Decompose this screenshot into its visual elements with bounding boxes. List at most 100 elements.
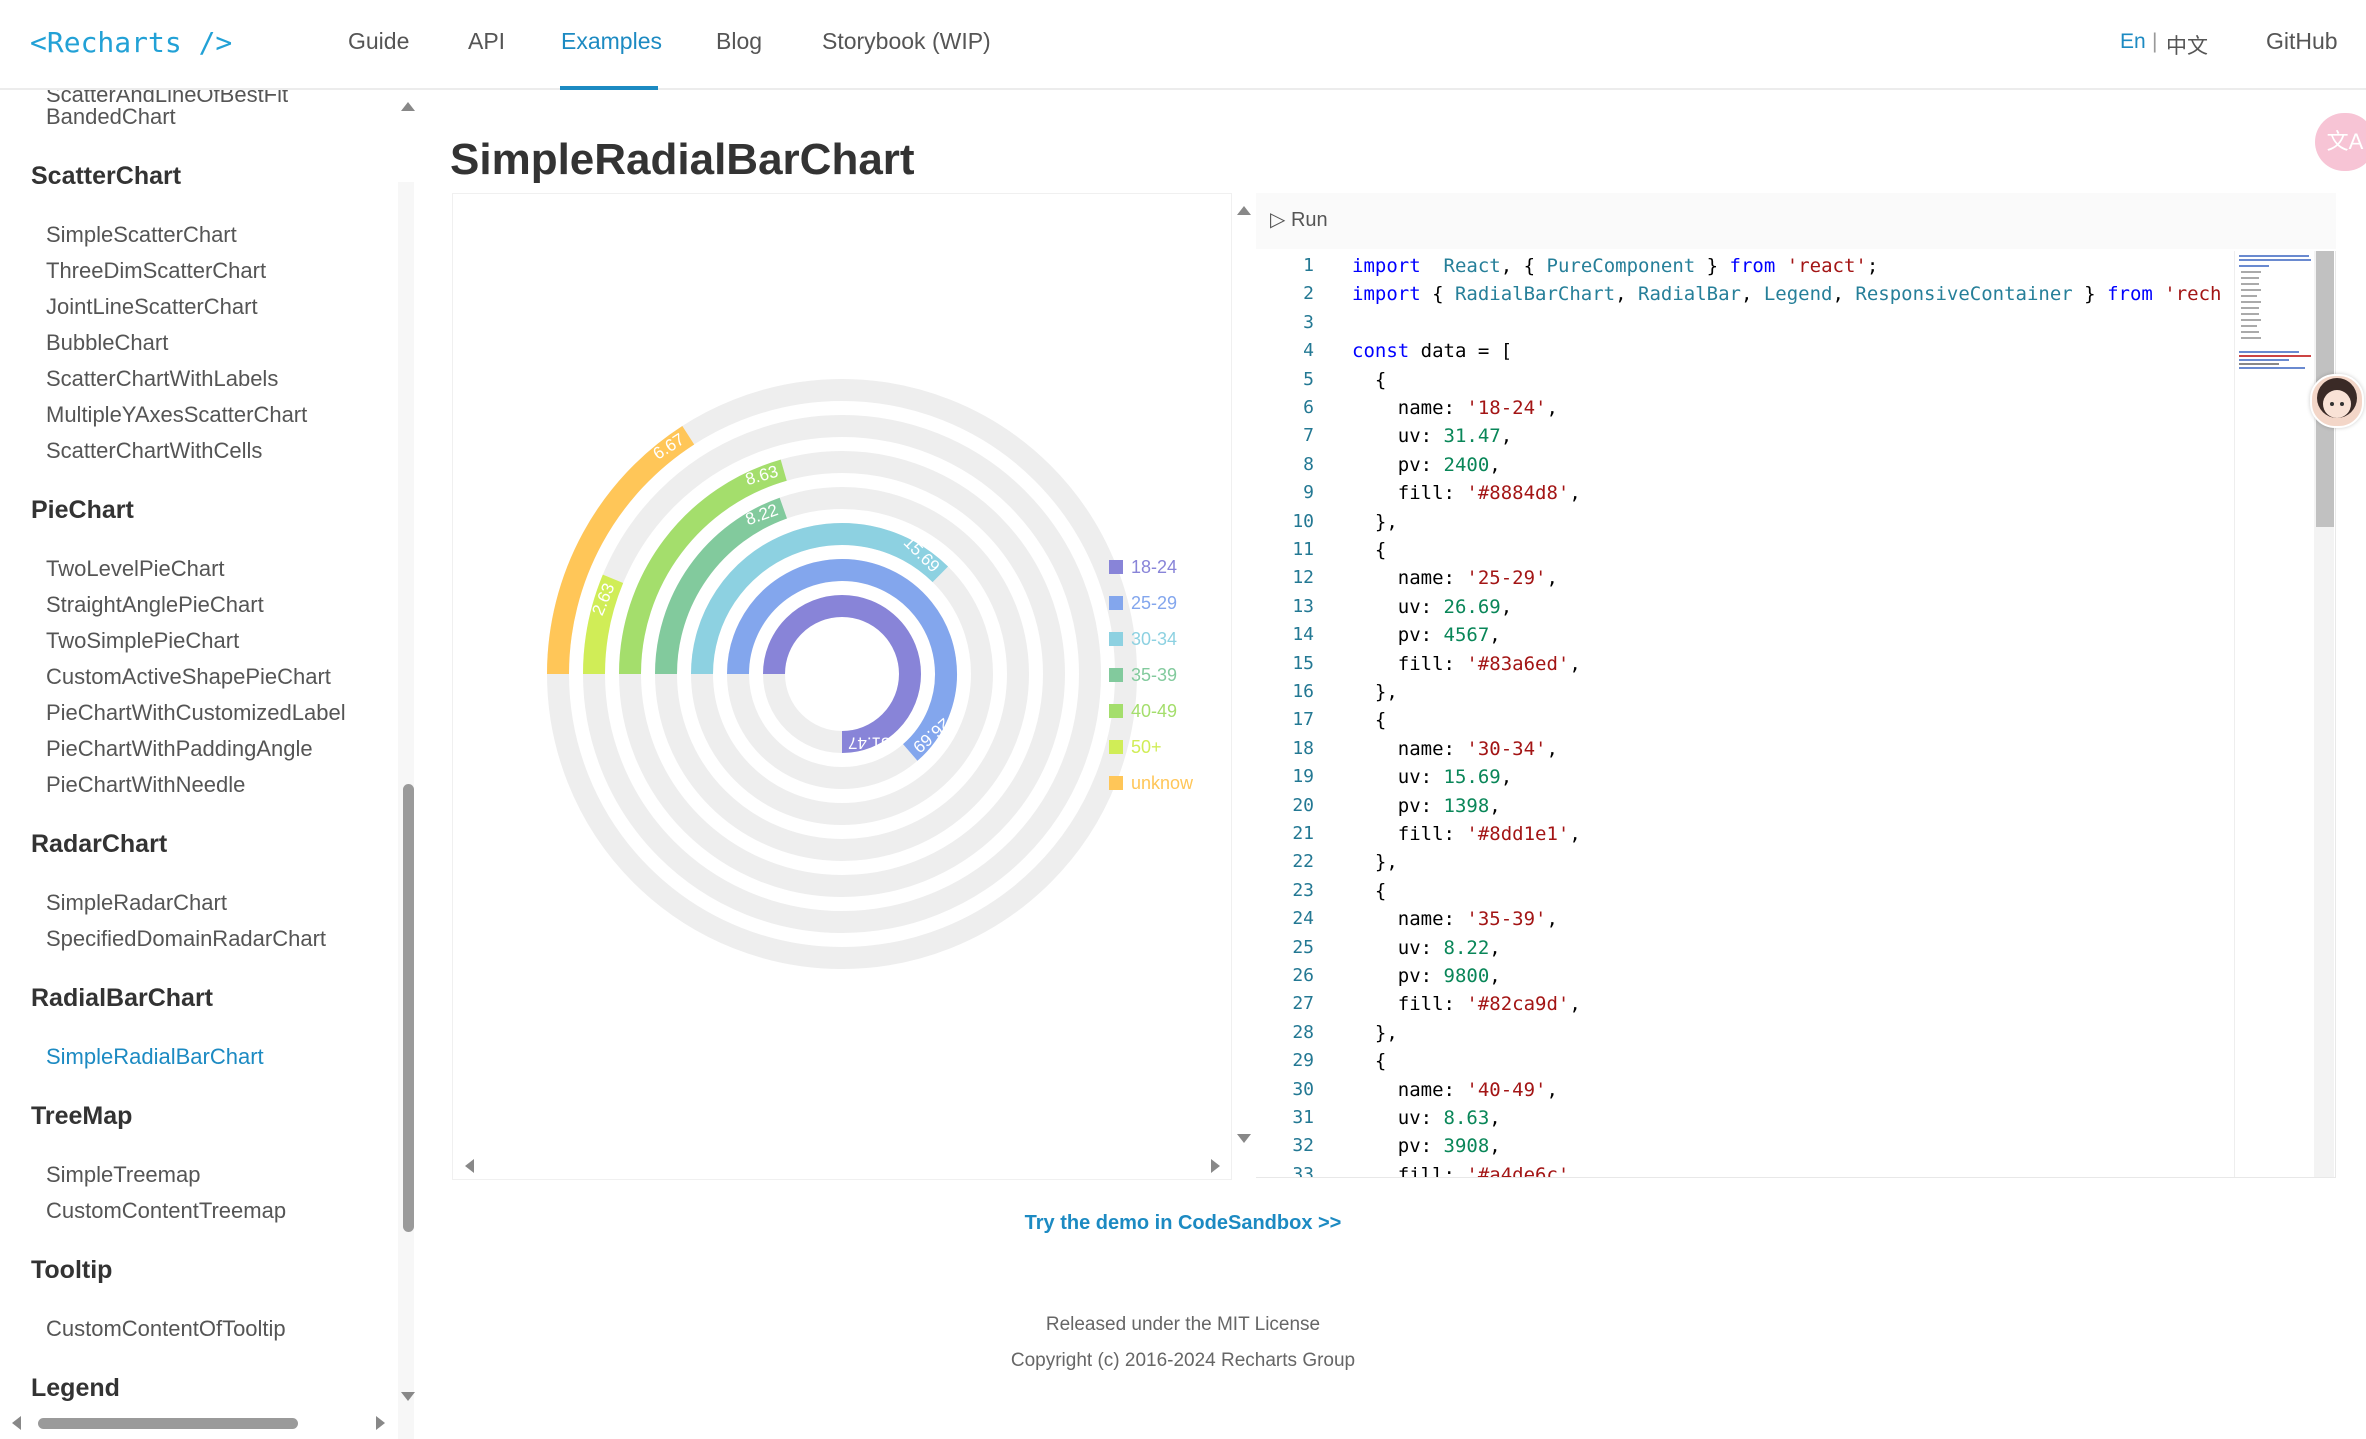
- sidebar-item[interactable]: ScatterChartWithCells: [46, 438, 262, 464]
- sidebar-item-active[interactable]: SimpleRadialBarChart: [46, 1044, 264, 1070]
- sidebar-section-title: TreeMap: [31, 1102, 133, 1130]
- minimap-preview: [2239, 255, 2311, 369]
- lang-separator: |: [2152, 30, 2158, 53]
- sidebar-item[interactable]: JointLineScatterChart: [46, 294, 258, 320]
- nav-storybook[interactable]: Storybook (WIP): [822, 28, 991, 55]
- sidebar-item[interactable]: SimpleScatterChart: [46, 222, 237, 248]
- code-line: pv: 9800,: [1352, 965, 1501, 987]
- code-minimap[interactable]: [2234, 251, 2315, 1177]
- line-number: 4: [1303, 340, 1314, 362]
- line-number: 2: [1303, 283, 1314, 305]
- legend-label[interactable]: 30-34: [1131, 629, 1177, 649]
- sidebar-item[interactable]: PieChartWithNeedle: [46, 772, 245, 798]
- chart-scroll-left-icon[interactable]: [465, 1159, 474, 1173]
- chart-scroll-up-icon[interactable]: [1237, 206, 1251, 215]
- code-line: {: [1352, 539, 1387, 561]
- code-line: uv: 8.22,: [1352, 936, 1501, 959]
- sidebar-item[interactable]: BandedChart: [46, 104, 176, 130]
- legend-label[interactable]: 25-29: [1131, 593, 1177, 613]
- code-line: uv: 15.69,: [1352, 766, 1513, 789]
- recharts-logo[interactable]: <Recharts />: [30, 26, 232, 59]
- nav-examples[interactable]: Examples: [561, 28, 662, 55]
- line-number: 19: [1292, 766, 1314, 788]
- translate-icon: 文A: [2326, 129, 2364, 154]
- code-line: fill: '#a4de6c': [1352, 1163, 1570, 1178]
- assistant-avatar[interactable]: [2310, 374, 2364, 428]
- sidebar-item[interactable]: BubbleChart: [46, 330, 168, 356]
- legend-label[interactable]: 35-39: [1131, 665, 1177, 685]
- code-editor-panel: ▷ Run 1 2 3 4 5 6 7 8 9 10 11 12 13 14 15 16 17 18 19 20 21 2…: [1256, 193, 2336, 1180]
- code-line: },: [1352, 1021, 1398, 1044]
- sidebar-item[interactable]: SimpleRadarChart: [46, 890, 227, 916]
- lang-zh[interactable]: 中文: [2166, 30, 2208, 60]
- code-line: uv: 8.63,: [1352, 1107, 1501, 1129]
- sidebar-item[interactable]: CustomActiveShapePieChart: [46, 664, 331, 690]
- code-line: },: [1352, 510, 1398, 533]
- line-number: 30: [1292, 1078, 1314, 1100]
- code-line: uv: 26.69,: [1352, 595, 1513, 618]
- nav-guide[interactable]: Guide: [348, 28, 409, 55]
- nav-api[interactable]: API: [468, 28, 505, 55]
- nav-github[interactable]: GitHub: [2266, 28, 2338, 55]
- sidebar-section-title: Tooltip: [31, 1256, 113, 1284]
- sidebar-scrollbar-thumb[interactable]: [403, 784, 414, 1232]
- legend-label[interactable]: 50+: [1131, 737, 1162, 757]
- code-line: {: [1352, 1050, 1387, 1073]
- sidebar-section-title: RadarChart: [31, 830, 168, 858]
- code-editor[interactable]: 1 2 3 4 5 6 7 8 9 10 11 12 13 14 15 16 17 18 19 20 21 22 23 24 2…: [1256, 251, 2336, 1178]
- bar-value-label: 31.47: [848, 734, 891, 753]
- code-line: name: '18-24',: [1352, 397, 1558, 419]
- run-label: Run: [1290, 209, 1328, 231]
- code-line: pv: 4567,: [1352, 624, 1501, 647]
- line-number: 22: [1292, 851, 1314, 873]
- line-number: 16: [1292, 681, 1314, 702]
- legend-swatch: [1109, 596, 1123, 610]
- chart-scroll-down-icon[interactable]: [1237, 1134, 1251, 1143]
- line-number: 31: [1292, 1107, 1314, 1128]
- avatar-face-icon: [2317, 378, 2357, 418]
- sidebar-item[interactable]: ThreeDimScatterChart: [46, 258, 266, 284]
- code-lines[interactable]: import React, { PureComponent } from 're…: [1352, 251, 2282, 1178]
- code-line: name: '30-34',: [1352, 737, 1558, 760]
- line-number: 6: [1303, 397, 1314, 418]
- legend-swatch: [1109, 740, 1123, 754]
- legend-swatch: [1109, 560, 1123, 574]
- translate-button[interactable]: 文A: [2315, 113, 2366, 171]
- legend-label[interactable]: unknow: [1131, 773, 1194, 793]
- sidebar-item[interactable]: StraightAnglePieChart: [46, 592, 264, 618]
- code-line: import React, { PureComponent } from 're…: [1352, 255, 1879, 277]
- sidebar-item[interactable]: ScatterChartWithLabels: [46, 366, 278, 392]
- sidebar-item[interactable]: PieChartWithCustomizedLabel: [46, 700, 346, 726]
- sidebar-item[interactable]: SimpleTreemap: [46, 1162, 200, 1188]
- code-line: name: '40-49',: [1352, 1078, 1558, 1101]
- legend-swatch: [1109, 776, 1123, 790]
- scroll-down-icon[interactable]: [401, 1392, 415, 1401]
- run-button[interactable]: ▷ Run: [1270, 207, 1328, 232]
- chart-scroll-right-icon[interactable]: [1211, 1159, 1220, 1173]
- lang-en[interactable]: En: [2120, 30, 2146, 54]
- legend-label[interactable]: 18-24: [1131, 557, 1177, 577]
- line-number: 27: [1292, 993, 1314, 1015]
- sidebar-item[interactable]: MultipleYAxesScatterChart: [46, 402, 307, 428]
- sidebar-hscrollbar-thumb[interactable]: [38, 1418, 298, 1429]
- legend-label[interactable]: 40-49: [1131, 701, 1177, 721]
- sidebar-item[interactable]: TwoSimplePieChart: [46, 628, 239, 654]
- scroll-right-icon[interactable]: [376, 1416, 385, 1430]
- line-number: 25: [1292, 936, 1314, 958]
- sidebar-item[interactable]: SpecifiedDomainRadarChart: [46, 926, 326, 952]
- codesandbox-link[interactable]: Try the demo in CodeSandbox >>: [0, 1212, 2366, 1235]
- run-toolbar: ▷ Run: [1256, 193, 2336, 249]
- scroll-left-icon[interactable]: [12, 1416, 21, 1430]
- page-title: SimpleRadialBarChart: [450, 135, 915, 184]
- nav-blog[interactable]: Blog: [716, 28, 762, 55]
- play-icon: ▷: [1270, 209, 1286, 231]
- sidebar-item[interactable]: TwoLevelPieChart: [46, 556, 225, 582]
- line-number: 18: [1292, 737, 1314, 759]
- line-number: 32: [1292, 1135, 1314, 1157]
- line-number: 13: [1292, 595, 1314, 617]
- sidebar-item[interactable]: PieChartWithPaddingAngle: [46, 736, 313, 762]
- code-line: },: [1352, 851, 1398, 874]
- chart-preview-panel: 31.47 26.69 15.69 8.22 8.63 2.63 6.67 18-24 25-2…: [452, 193, 1251, 1180]
- code-line: fill: '#8884d8',: [1352, 482, 1581, 505]
- scroll-up-icon[interactable]: [401, 102, 415, 111]
